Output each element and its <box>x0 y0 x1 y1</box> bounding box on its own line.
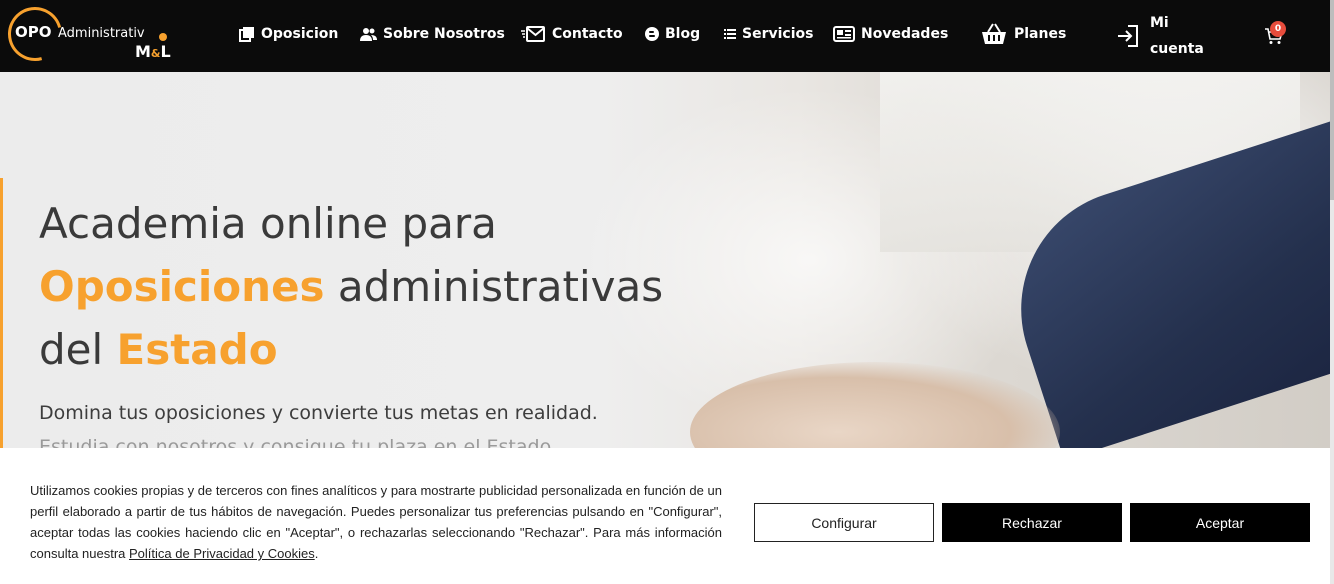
hero-subtitle-secondary: Estudia con nosotros y consigue tu plaza… <box>39 436 557 448</box>
nav-oposicion[interactable]: Oposicion <box>239 24 338 44</box>
newspaper-icon <box>833 26 855 42</box>
book-stack-icon <box>239 27 254 42</box>
hero-section: Academia online para Oposiciones adminis… <box>0 72 1330 448</box>
accept-cookies-button[interactable]: Aceptar <box>1130 503 1310 542</box>
privacy-policy-link[interactable]: Política de Privacidad y Cookies <box>129 546 315 561</box>
users-icon <box>360 28 377 41</box>
top-navbar: OPO Administrativ M&L Oposicion Sobre No… <box>0 0 1330 72</box>
site-logo[interactable]: OPO Administrativ M&L <box>0 0 178 71</box>
blogger-icon <box>645 27 659 41</box>
logo-opo-text: OPO <box>15 23 52 41</box>
hero-title: Academia online para Oposiciones adminis… <box>39 199 664 374</box>
configure-cookies-button[interactable]: Configurar <box>754 503 934 542</box>
list-icon <box>724 29 736 39</box>
nav-oposicion-label: Oposicion <box>261 26 339 42</box>
nav-sobre-nosotros[interactable]: Sobre Nosotros <box>360 24 505 44</box>
logo-dot <box>159 33 167 41</box>
nav-planes[interactable]: Planes <box>980 23 1067 44</box>
nav-servicios[interactable]: Servicios <box>724 24 813 44</box>
my-account-link[interactable]: Mi cuenta <box>1116 10 1210 62</box>
basket-icon <box>982 23 1006 44</box>
cookie-banner: Utilizamos cookies propias y de terceros… <box>0 448 1330 584</box>
logo-ml-text: M&L <box>135 42 171 61</box>
nav-blog-label: Blog <box>665 26 701 42</box>
nav-contacto[interactable]: Contacto <box>521 24 623 44</box>
nav-novedades[interactable]: Novedades <box>833 24 948 44</box>
nav-blog[interactable]: Blog <box>645 24 700 44</box>
logo-admin-text: Administrativ <box>58 26 145 41</box>
hero-accent-bar <box>0 178 3 448</box>
nav-planes-label: Planes <box>1014 26 1067 42</box>
cart-count-badge: 0 <box>1270 21 1286 37</box>
nav-servicios-label: Servicios <box>742 26 814 42</box>
login-icon <box>1118 25 1138 47</box>
nav-novedades-label: Novedades <box>861 26 949 42</box>
reject-cookies-button[interactable]: Rechazar <box>942 503 1122 542</box>
scrollbar-thumb[interactable] <box>1330 0 1334 200</box>
cookie-text: Utilizamos cookies propias y de terceros… <box>30 483 722 561</box>
envelope-icon <box>521 26 545 42</box>
nav-sobre-nosotros-label: Sobre Nosotros <box>383 26 505 42</box>
my-account-label: Mi cuenta <box>1150 15 1204 57</box>
hero-subtitle: Domina tus oposiciones y convierte tus m… <box>39 402 598 424</box>
nav-contacto-label: Contacto <box>552 26 623 42</box>
